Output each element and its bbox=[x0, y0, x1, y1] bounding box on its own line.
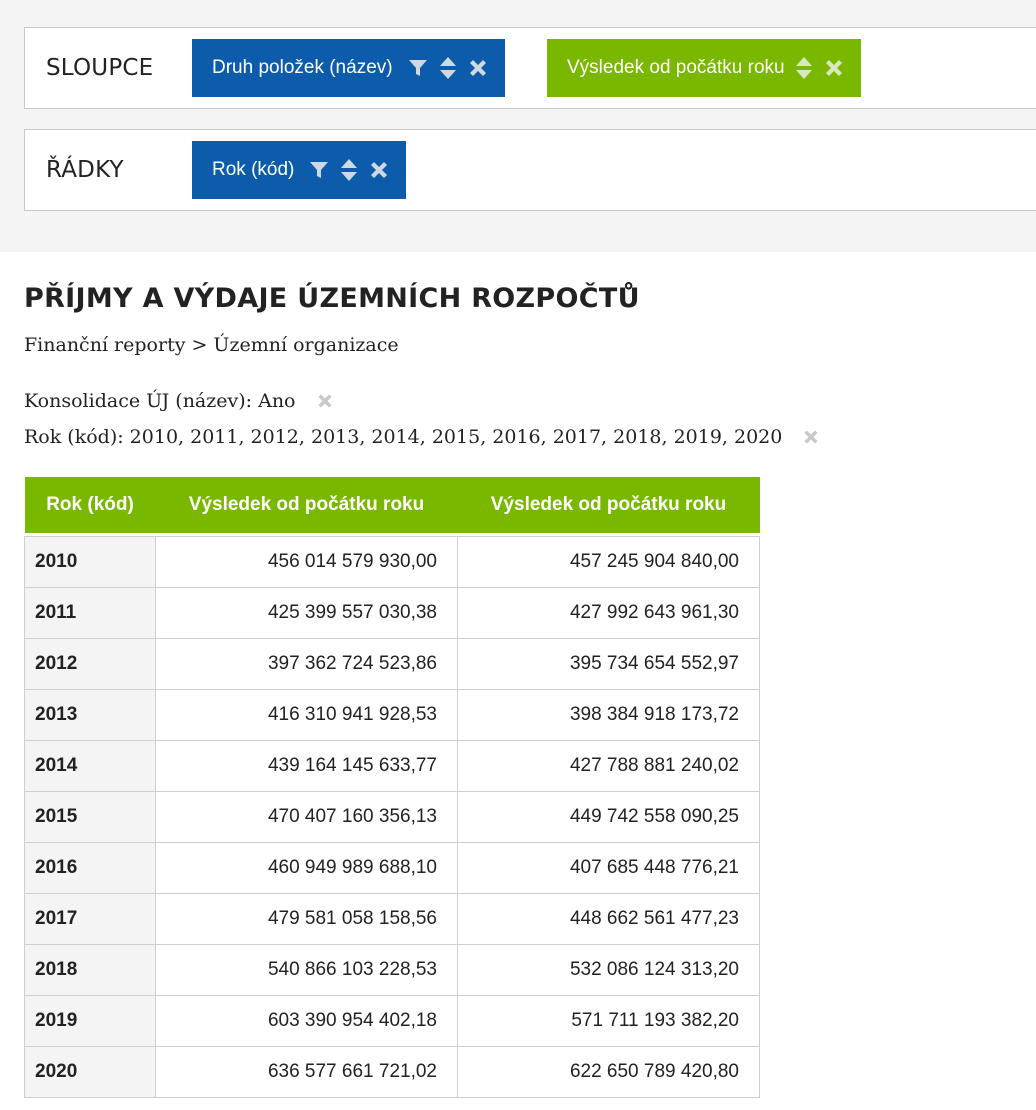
table-row: 2012 397 362 724 523,86 395 734 654 552,97 bbox=[24, 637, 760, 690]
close-icon[interactable] bbox=[467, 57, 489, 79]
filter-icon[interactable] bbox=[308, 159, 330, 181]
value-cell: 470 407 160 356,13 bbox=[155, 790, 458, 843]
value-cell: 571 711 193 382,20 bbox=[457, 994, 760, 1047]
table-row: 2020 636 577 661 721,02 622 650 789 420,80 bbox=[24, 1045, 760, 1098]
rows-drop-zone[interactable]: ŘÁDKY Rok (kód) bbox=[24, 129, 1036, 211]
filter-text: Konsolidace ÚJ (název): Ano bbox=[24, 390, 296, 412]
close-icon[interactable] bbox=[368, 159, 390, 181]
value-cell: 427 788 881 240,02 bbox=[457, 739, 760, 792]
value-cell: 449 742 558 090,25 bbox=[457, 790, 760, 843]
column-header[interactable]: Výsledek od počátku roku bbox=[155, 477, 458, 533]
row-year-cell: 2017 bbox=[24, 892, 156, 945]
table-row: 2014 439 164 145 633,77 427 788 881 240,02 bbox=[24, 739, 760, 792]
table-row: 2013 416 310 941 928,53 398 384 918 173,72 bbox=[24, 688, 760, 741]
value-cell: 457 245 904 840,00 bbox=[457, 535, 760, 588]
breadcrumb[interactable]: Finanční reporty > Územní organizace bbox=[24, 334, 399, 356]
table-row: 2010 456 014 579 930,00 457 245 904 840,00 bbox=[24, 535, 760, 588]
row-year-cell: 2012 bbox=[24, 637, 156, 690]
table-row: 2017 479 581 058 158,56 448 662 561 477,23 bbox=[24, 892, 760, 945]
pivot-config-panel: SLOUPCE Druh položek (název) Výsledek od… bbox=[0, 0, 1036, 252]
chip-label: Rok (kód) bbox=[212, 159, 295, 180]
row-year-cell: 2011 bbox=[24, 586, 156, 639]
table-row: 2015 470 407 160 356,13 449 742 558 090,25 bbox=[24, 790, 760, 843]
value-cell: 439 164 145 633,77 bbox=[155, 739, 458, 792]
row-year-cell: 2019 bbox=[24, 994, 156, 1047]
sort-icon[interactable] bbox=[439, 56, 457, 80]
value-cell: 416 310 941 928,53 bbox=[155, 688, 458, 741]
row-year-cell: 2013 bbox=[24, 688, 156, 741]
value-cell: 395 734 654 552,97 bbox=[457, 637, 760, 690]
column-header[interactable]: Rok (kód) bbox=[24, 477, 156, 533]
value-cell: 407 685 448 776,21 bbox=[457, 841, 760, 894]
page-title: PŘÍJMY A VÝDAJE ÚZEMNÍCH ROZPOČTŮ bbox=[24, 283, 640, 314]
sort-icon[interactable] bbox=[795, 56, 813, 80]
active-filter-konsolidace: Konsolidace ÚJ (název): Ano bbox=[24, 390, 334, 412]
row-year-cell: 2010 bbox=[24, 535, 156, 588]
value-cell: 456 014 579 930,00 bbox=[155, 535, 458, 588]
active-filter-rok: Rok (kód): 2010, 2011, 2012, 2013, 2014,… bbox=[24, 426, 820, 448]
filter-text: Rok (kód): 2010, 2011, 2012, 2013, 2014,… bbox=[24, 426, 783, 448]
filter-icon[interactable] bbox=[407, 57, 429, 79]
value-cell: 540 866 103 228,53 bbox=[155, 943, 458, 996]
value-cell: 425 399 557 030,38 bbox=[155, 586, 458, 639]
value-cell: 427 992 643 961,30 bbox=[457, 586, 760, 639]
row-year-cell: 2018 bbox=[24, 943, 156, 996]
rows-label: ŘÁDKY bbox=[46, 157, 124, 183]
value-cell: 622 650 789 420,80 bbox=[457, 1045, 760, 1098]
remove-filter-icon[interactable] bbox=[316, 392, 334, 410]
value-cell: 532 086 124 313,20 bbox=[457, 943, 760, 996]
column-header[interactable]: Výsledek od počátku roku bbox=[457, 477, 760, 533]
column-chip-druh-polozek[interactable]: Druh položek (název) bbox=[192, 39, 505, 97]
chip-label: Druh položek (název) bbox=[212, 57, 393, 78]
value-cell: 448 662 561 477,23 bbox=[457, 892, 760, 945]
value-cell: 398 384 918 173,72 bbox=[457, 688, 760, 741]
close-icon[interactable] bbox=[823, 57, 845, 79]
value-cell: 636 577 661 721,02 bbox=[155, 1045, 458, 1098]
row-chip-rok[interactable]: Rok (kód) bbox=[192, 141, 407, 199]
row-year-cell: 2020 bbox=[24, 1045, 156, 1098]
columns-drop-zone[interactable]: SLOUPCE Druh položek (název) Výsledek od… bbox=[24, 27, 1036, 109]
value-cell: 460 949 989 688,10 bbox=[155, 841, 458, 894]
table-row: 2011 425 399 557 030,38 427 992 643 961,30 bbox=[24, 586, 760, 639]
table-row: 2019 603 390 954 402,18 571 711 193 382,20 bbox=[24, 994, 760, 1047]
results-table: Rok (kód) Výsledek od počátku roku Výsle… bbox=[24, 477, 760, 1098]
row-year-cell: 2015 bbox=[24, 790, 156, 843]
chip-label: Výsledek od počátku roku bbox=[567, 57, 785, 78]
table-row: 2018 540 866 103 228,53 532 086 124 313,20 bbox=[24, 943, 760, 996]
remove-filter-icon[interactable] bbox=[802, 428, 820, 446]
column-chip-vysledek[interactable]: Výsledek od počátku roku bbox=[547, 39, 861, 97]
value-cell: 603 390 954 402,18 bbox=[155, 994, 458, 1047]
table-header-row: Rok (kód) Výsledek od počátku roku Výsle… bbox=[24, 477, 760, 533]
row-year-cell: 2014 bbox=[24, 739, 156, 792]
value-cell: 397 362 724 523,86 bbox=[155, 637, 458, 690]
columns-label: SLOUPCE bbox=[46, 55, 154, 81]
table-row: 2016 460 949 989 688,10 407 685 448 776,21 bbox=[24, 841, 760, 894]
row-year-cell: 2016 bbox=[24, 841, 156, 894]
sort-icon[interactable] bbox=[340, 158, 358, 182]
value-cell: 479 581 058 158,56 bbox=[155, 892, 458, 945]
